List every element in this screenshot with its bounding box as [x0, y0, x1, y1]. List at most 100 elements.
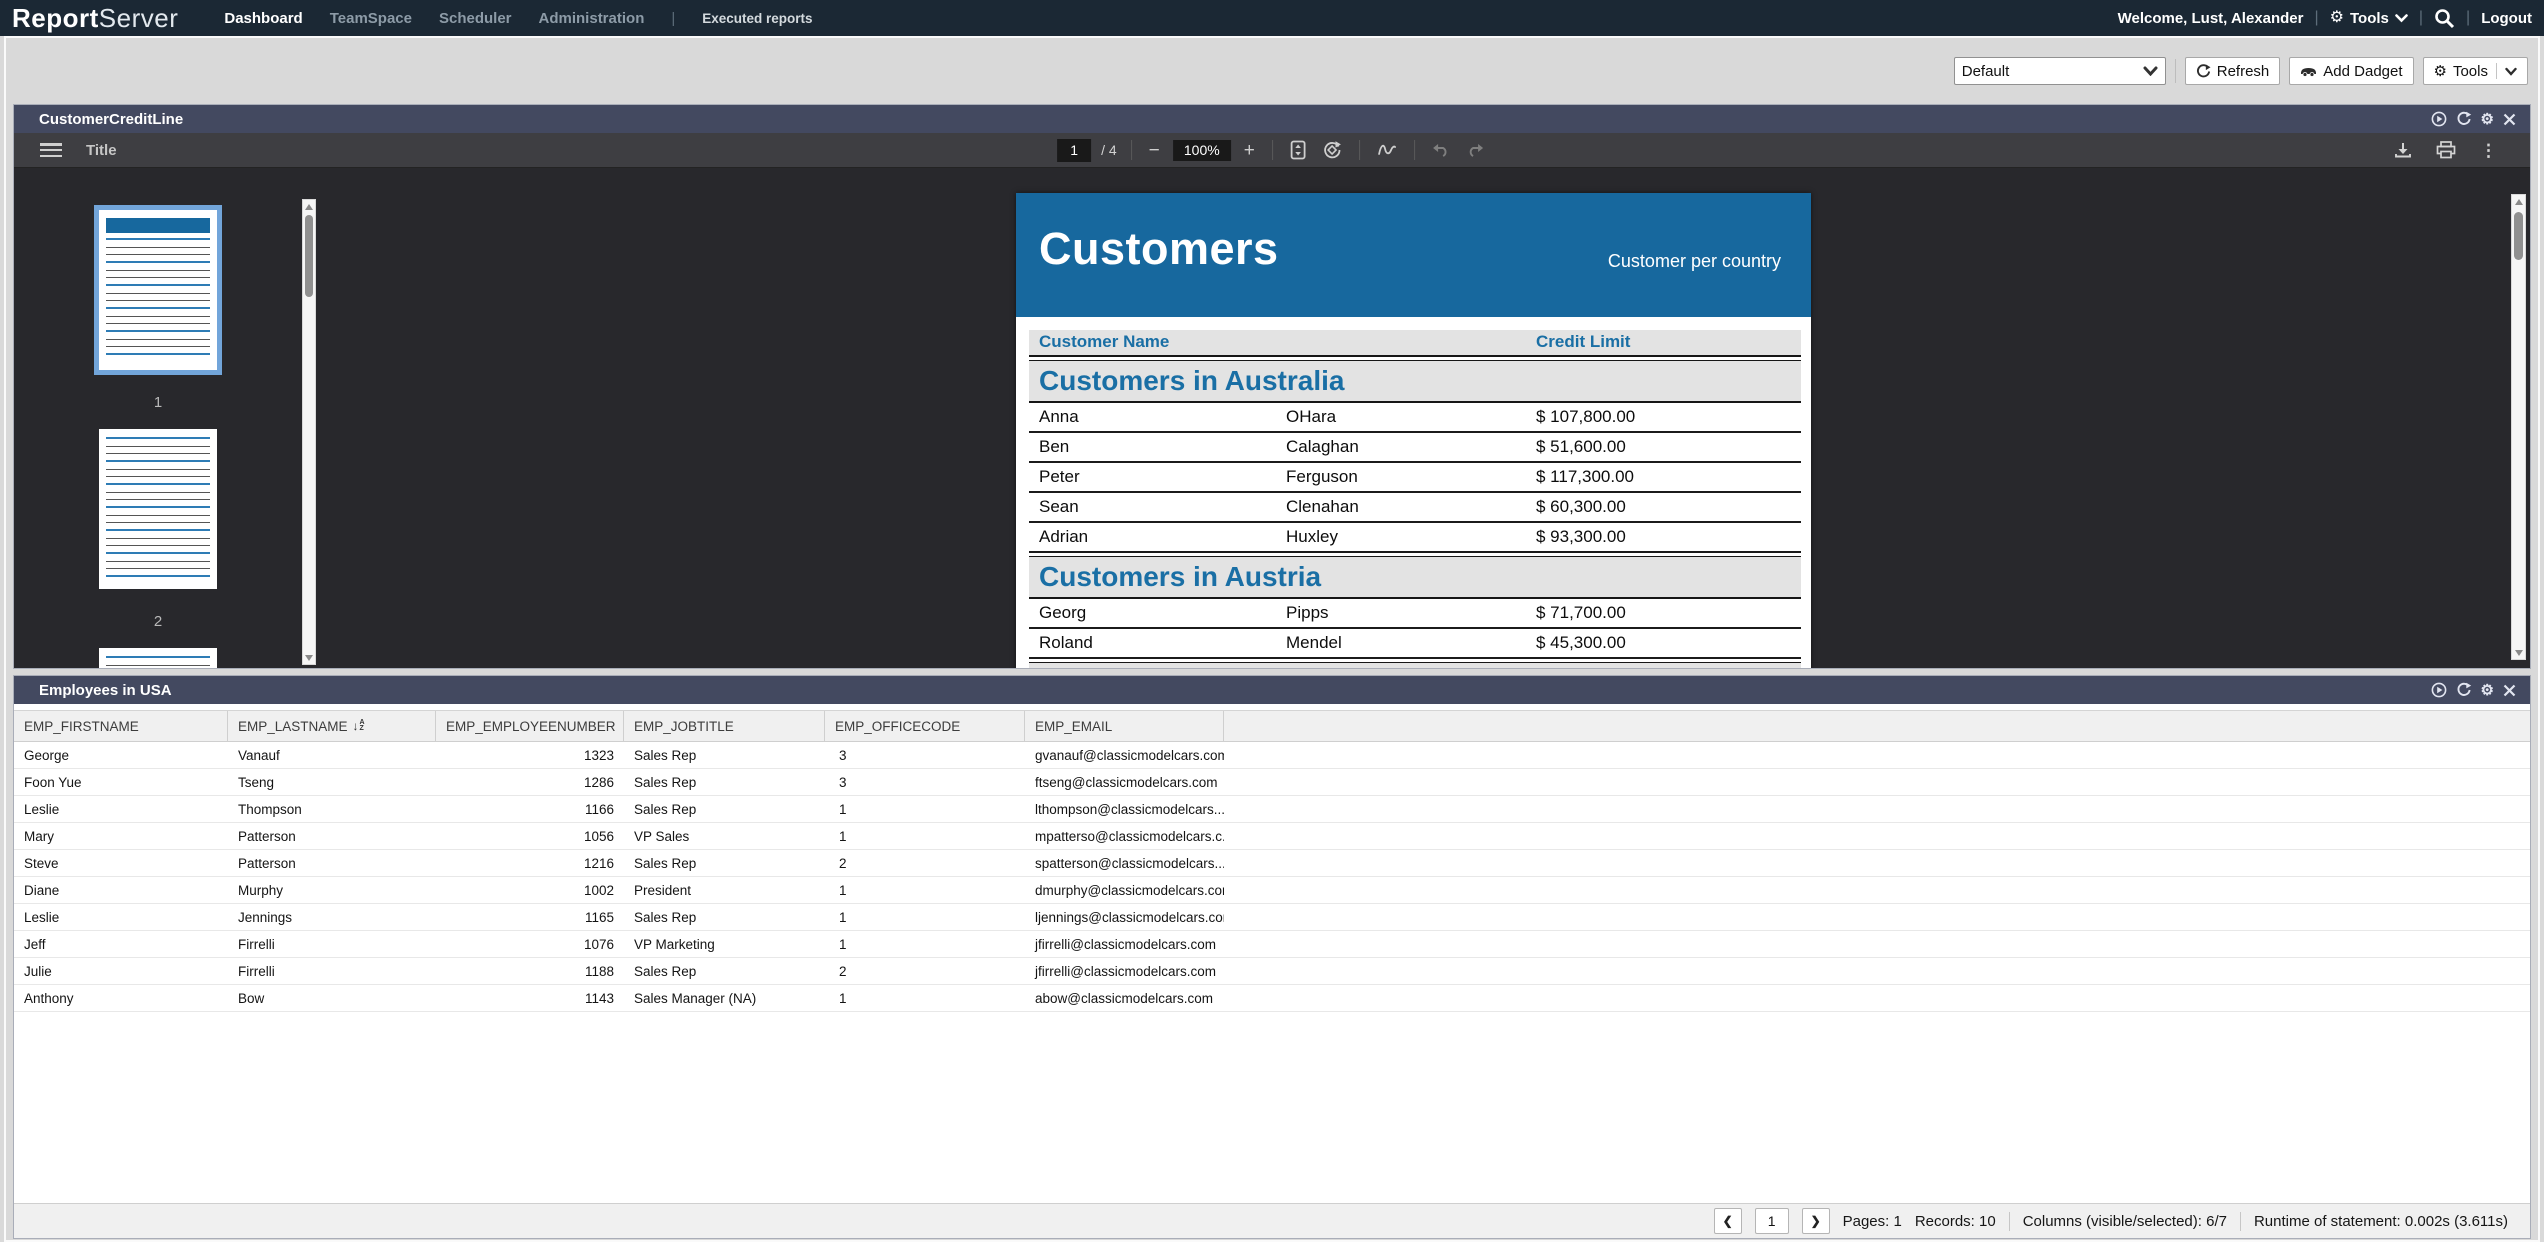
scroll-down-arrow[interactable]: [303, 651, 315, 664]
column-header-emp_email[interactable]: EMP_EMAIL: [1025, 711, 1224, 741]
dashboard-layout-select[interactable]: Default: [1954, 57, 2166, 85]
emp-lastname: Firrelli: [228, 931, 436, 957]
column-header-emp_jobtitle[interactable]: EMP_JOBTITLE: [624, 711, 825, 741]
page-count-label: / 4: [1101, 142, 1117, 158]
reload-dadget-icon[interactable]: [2456, 111, 2472, 127]
table-row[interactable]: StevePatterson1216Sales Rep2spatterson@c…: [14, 850, 2530, 877]
dadget-title: CustomerCreditLine: [39, 111, 183, 128]
more-options-kebab-icon[interactable]: ⋮: [2477, 142, 2500, 159]
logout-link[interactable]: Logout: [2481, 10, 2532, 27]
column-header-emp_officecode[interactable]: EMP_OFFICECODE: [825, 711, 1025, 741]
table-row[interactable]: LeslieJennings1165Sales Rep1ljennings@cl…: [14, 904, 2530, 931]
divider: [1359, 140, 1360, 160]
scroll-up-arrow[interactable]: [2512, 195, 2525, 208]
table-status-bar: ❮ ❯ Pages: 1 Records: 10 Columns (visibl…: [14, 1203, 2530, 1238]
emp-email: ftseng@classicmodelcars.com: [1025, 769, 1224, 795]
emp-email: jfirrelli@classicmodelcars.com: [1025, 958, 1224, 984]
divider: |: [2314, 9, 2318, 27]
thumbnail-image: [99, 210, 217, 370]
execute-report-icon[interactable]: [2431, 111, 2447, 127]
close-dadget-icon[interactable]: [2503, 113, 2516, 126]
table-row[interactable]: JulieFirrelli1188Sales Rep2jfirrelli@cla…: [14, 958, 2530, 985]
page-number-input[interactable]: [1057, 139, 1091, 162]
refresh-button[interactable]: Refresh: [2185, 57, 2281, 85]
emp-officecode: 2: [825, 958, 1025, 984]
table-row[interactable]: DianeMurphy1002President1dmurphy@classic…: [14, 877, 2530, 904]
dadget-header: Employees in USA ⚙: [14, 676, 2530, 704]
nav-item-executed-reports[interactable]: Executed reports: [702, 11, 812, 26]
add-dadget-button[interactable]: Add Dadget: [2289, 57, 2413, 85]
search-icon[interactable]: [2434, 8, 2455, 29]
scroll-down-arrow[interactable]: [2512, 646, 2525, 659]
table-row[interactable]: AnthonyBow1143Sales Manager (NA)1abow@cl…: [14, 985, 2530, 1012]
emp-lastname: Bow: [228, 985, 436, 1011]
zoom-level-select[interactable]: 100%: [1173, 140, 1231, 161]
scroll-up-arrow[interactable]: [303, 200, 315, 213]
refresh-label: Refresh: [2217, 63, 2270, 80]
emp-officecode: 3: [825, 742, 1025, 768]
pdf-page-controls: / 4 − 100% +: [1057, 139, 1487, 162]
dadget-settings-gear-icon[interactable]: ⚙: [2481, 683, 2494, 698]
credit-limit-value: $ 51,600.00: [1536, 437, 1801, 457]
emp-email: lthompson@classicmodelcars....: [1025, 796, 1224, 822]
table-row[interactable]: MaryPatterson1056VP Sales1mpatterso@clas…: [14, 823, 2530, 850]
reload-dadget-icon[interactable]: [2456, 682, 2472, 698]
sort-ascending-icon: ↓AZ: [353, 720, 365, 732]
table-row[interactable]: GeorgeVanauf1323Sales Rep3gvanauf@classi…: [14, 742, 2530, 769]
scrollbar-thumb[interactable]: [305, 215, 313, 297]
close-dadget-icon[interactable]: [2503, 684, 2516, 697]
nav-item-administration[interactable]: Administration: [539, 10, 645, 27]
dashboard-tools-label: Tools: [2453, 63, 2488, 80]
page-thumbnail-1[interactable]: [99, 210, 217, 370]
nav-item-teamspace[interactable]: TeamSpace: [330, 10, 412, 27]
emp-firstname: Leslie: [14, 796, 228, 822]
next-page-button[interactable]: ❯: [1802, 1208, 1830, 1234]
emp-lastname: Patterson: [228, 823, 436, 849]
nav-tools-menu[interactable]: ⚙ Tools: [2330, 10, 2408, 27]
credit-limit-value: $ 107,800.00: [1536, 407, 1801, 427]
execute-report-icon[interactable]: [2431, 682, 2447, 698]
customer-last-name: Clenahan: [1286, 497, 1536, 517]
app-logo[interactable]: ReportServer: [12, 0, 178, 36]
page-thumbnail-3[interactable]: [99, 648, 217, 668]
download-icon[interactable]: [2391, 141, 2415, 159]
dashboard-tools-button[interactable]: ⚙ Tools: [2423, 57, 2528, 85]
nav-item-dashboard[interactable]: Dashboard: [224, 10, 302, 27]
zoom-in-button[interactable]: +: [1241, 140, 1258, 161]
employees-table-header: EMP_FIRSTNAMEEMP_LASTNAME↓AZEMP_EMPLOYEE…: [14, 710, 2530, 742]
column-header-emp_employeenumber[interactable]: EMP_EMPLOYEENUMBER: [436, 711, 624, 741]
thumbnail-scrollbar[interactable]: [302, 199, 316, 665]
emp-firstname: Steve: [14, 850, 228, 876]
customer-first-name: Ben: [1039, 437, 1286, 457]
emp-firstname: Mary: [14, 823, 228, 849]
redo-icon[interactable]: [1463, 143, 1487, 157]
rotate-page-icon[interactable]: [1319, 140, 1345, 160]
table-row[interactable]: JeffFirrelli1076VP Marketing1jfirrelli@c…: [14, 931, 2530, 958]
ink-annotation-icon[interactable]: [1374, 142, 1400, 158]
column-header-emp_firstname[interactable]: EMP_FIRSTNAME: [14, 711, 228, 741]
zoom-out-button[interactable]: −: [1146, 140, 1163, 161]
print-icon[interactable]: [2433, 141, 2459, 159]
emp-email: dmurphy@classicmodelcars.com: [1025, 877, 1224, 903]
report-title: Customers: [1039, 223, 1279, 275]
table-page-input[interactable]: [1755, 1208, 1789, 1234]
emp-employeenumber: 1002: [436, 877, 624, 903]
column-header-emp_lastname[interactable]: EMP_LASTNAME↓AZ: [228, 711, 436, 741]
emp-employeenumber: 1165: [436, 904, 624, 930]
pdf-viewer-scrollbar[interactable]: [2511, 194, 2526, 660]
previous-page-button[interactable]: ❮: [1714, 1208, 1742, 1234]
table-row[interactable]: LeslieThompson1166Sales Rep1lthompson@cl…: [14, 796, 2530, 823]
nav-item-scheduler[interactable]: Scheduler: [439, 10, 512, 27]
toggle-sidebar-icon[interactable]: [40, 143, 62, 157]
scrollbar-thumb[interactable]: [2514, 212, 2523, 260]
undo-icon[interactable]: [1429, 143, 1453, 157]
page-thumbnail-2[interactable]: [99, 429, 217, 589]
report-group-heading: Customers in Australia: [1029, 360, 1801, 403]
fit-page-icon[interactable]: [1287, 140, 1309, 160]
table-row[interactable]: Foon YueTseng1286Sales Rep3ftseng@classi…: [14, 769, 2530, 796]
report-data-row: GeorgPipps$ 71,700.00: [1029, 599, 1801, 629]
report-column-header: Customer Name Credit Limit: [1029, 330, 1801, 357]
dadget-settings-gear-icon[interactable]: ⚙: [2481, 112, 2494, 127]
chevron-down-icon: [2505, 67, 2517, 76]
columns-info-label: Columns (visible/selected): 6/7: [2023, 1213, 2227, 1230]
